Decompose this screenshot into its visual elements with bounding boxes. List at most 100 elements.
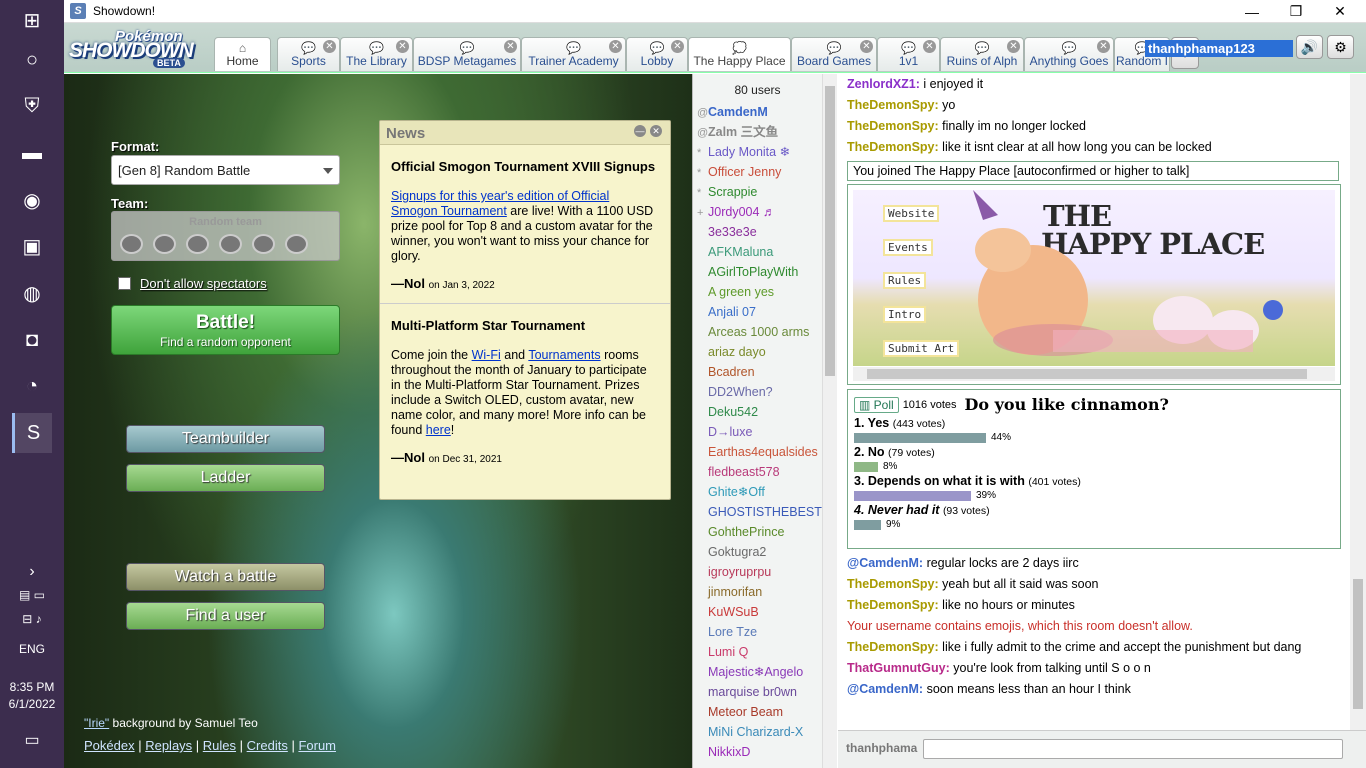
tab-bdsp-metagames[interactable]: 💬 ✕ BDSP Metagames (413, 37, 521, 71)
user-list-entry[interactable]: Bcadren (693, 362, 822, 382)
user-list-entry[interactable]: ariaz dayo (693, 342, 822, 362)
user-list-entry[interactable]: AFKMaluna (693, 242, 822, 262)
network-volume-icon[interactable]: ⊟ ♪ (0, 612, 64, 626)
user-list-entry[interactable]: Deku542 (693, 402, 822, 422)
tray-icons[interactable]: ▤ ▭ (0, 588, 64, 602)
user-list-entry[interactable]: Meteor Beam (693, 702, 822, 722)
windows-start-icon[interactable]: ⊞ (12, 0, 52, 40)
user-list-entry[interactable]: * Lady Monita ❄ (693, 142, 822, 162)
screen-recorder-icon[interactable]: ◘ (12, 320, 52, 360)
tab-sports[interactable]: 💬 ✕ Sports (277, 37, 340, 71)
teambuilder-button[interactable]: Teambuilder (126, 425, 325, 453)
showdown-logo[interactable]: Pokémon SHOWDOWN BETA (67, 25, 213, 69)
background-credit-link[interactable]: "Irie" (84, 716, 109, 730)
chat-author[interactable]: TheDemonSpy: (847, 598, 939, 612)
chat-author[interactable]: @CamdenM: (847, 556, 923, 570)
user-list-entry[interactable]: fledbeast578 (693, 462, 822, 482)
user-list-entry[interactable]: marquise br0wn (693, 682, 822, 702)
user-list-entry[interactable]: Majestic❄Angelo (693, 662, 822, 682)
chrome-icon[interactable]: ◉ (12, 180, 52, 220)
tab-trainer-academy[interactable]: 💬 ✕ Trainer Academy (521, 37, 626, 71)
user-list-entry[interactable]: MiNi Charizard-X (693, 722, 822, 742)
user-list-entry[interactable]: AGirlToPlayWith (693, 262, 822, 282)
close-tab-icon[interactable]: ✕ (323, 40, 336, 53)
format-select[interactable]: [Gen 8] Random Battle (111, 155, 340, 185)
clock-time[interactable]: 8:35 PM (0, 680, 64, 694)
user-list-entry[interactable]: GohthePrince (693, 522, 822, 542)
credits-link[interactable]: Credits (247, 738, 288, 753)
spectators-toggle[interactable]: Don't allow spectators (118, 276, 267, 291)
replays-link[interactable]: Replays (145, 738, 192, 753)
minimize-news-icon[interactable]: — (634, 125, 646, 137)
minimize-icon[interactable]: — (1230, 0, 1274, 23)
tab-anything-goes[interactable]: 💬 ✕ Anything Goes (1024, 37, 1114, 71)
forum-link[interactable]: Forum (298, 738, 336, 753)
user-list-entry[interactable]: GHOSTISTHEBEST (693, 502, 822, 522)
tab-ruins-of-alph[interactable]: 💬 ✕ Ruins of Alph (940, 37, 1024, 71)
poll-option[interactable]: 1. Yes (443 votes) (854, 416, 1334, 430)
chat-input[interactable] (923, 739, 1343, 759)
user-list-entry[interactable]: @Zalm 三文鱼 (693, 122, 822, 142)
watch-battle-button[interactable]: Watch a battle (126, 563, 325, 591)
ladder-button[interactable]: Ladder (126, 464, 325, 492)
poll-option[interactable]: 2. No (79 votes) (854, 445, 1334, 459)
battle-button[interactable]: Battle! Find a random opponent (111, 305, 340, 355)
rss-app-icon[interactable]: ▣ (12, 226, 52, 266)
user-list-entry[interactable]: jinmorifan (693, 582, 822, 602)
user-list-entry[interactable]: Lore Tze (693, 622, 822, 642)
banner-link-website[interactable]: Website (883, 205, 940, 222)
user-list-entry[interactable]: Lumi Q (693, 642, 822, 662)
user-list-entry[interactable]: * Officer Jenny (693, 162, 822, 182)
chat-author[interactable]: TheDemonSpy: (847, 577, 939, 591)
notifications-icon[interactable]: ▭ (0, 730, 64, 750)
tab-the-library[interactable]: 💬 ✕ The Library (340, 37, 413, 71)
speed-app-icon[interactable]: ◔ (12, 366, 52, 406)
banner-link-events[interactable]: Events (883, 239, 933, 256)
language-indicator[interactable]: ENG (0, 642, 64, 656)
tab-lobby[interactable]: 💬 ✕ Lobby (626, 37, 688, 71)
showdown-app-icon[interactable]: S (12, 413, 52, 453)
user-list-entry[interactable]: NikkixD (693, 742, 822, 762)
tab-1v1[interactable]: 💬 ✕ 1v1 (877, 37, 940, 71)
rules-link[interactable]: Rules (203, 738, 236, 753)
user-list-entry[interactable]: Arceas 1000 arms (693, 322, 822, 342)
find-user-button[interactable]: Find a user (126, 602, 325, 630)
user-list-entry[interactable]: D→luxe (693, 422, 822, 442)
user-list-entry[interactable]: Earthas4equalsides (693, 442, 822, 462)
file-explorer-icon[interactable]: ▬ (12, 133, 52, 173)
user-list-entry[interactable]: Anjali 07 (693, 302, 822, 322)
close-tab-icon[interactable]: ✕ (396, 40, 409, 53)
poll-option[interactable]: 3. Depends on what it is with (401 votes… (854, 474, 1334, 488)
gear-icon[interactable]: ⚙ (1327, 35, 1354, 59)
close-tab-icon[interactable]: ✕ (1097, 40, 1110, 53)
tab-the-happy-place[interactable]: 💭 The Happy Place (688, 37, 791, 71)
sound-icon[interactable]: 🔊 (1296, 35, 1323, 59)
user-list-entry[interactable]: Ghite❄Off (693, 482, 822, 502)
close-tab-icon[interactable]: ✕ (671, 40, 684, 53)
user-list-entry[interactable]: igroyruprpu (693, 562, 822, 582)
wifi-link[interactable]: Wi-Fi (472, 348, 501, 362)
chat-author[interactable]: TheDemonSpy: (847, 140, 939, 154)
user-list-entry[interactable]: * Scrappie (693, 182, 822, 202)
banner-link-intro[interactable]: Intro (883, 306, 927, 323)
spectators-checkbox[interactable] (118, 277, 131, 290)
cortana-icon[interactable]: ○ (12, 40, 52, 80)
chat-author[interactable]: @CamdenM: (847, 682, 923, 696)
defender-icon[interactable]: ⛨ (12, 86, 52, 126)
pokedex-link[interactable]: Pokédex (84, 738, 135, 753)
close-news-icon[interactable]: ✕ (650, 125, 662, 137)
banner-link-submit-art[interactable]: Submit Art (883, 340, 960, 357)
user-list-entry[interactable]: KuWSuB (693, 602, 822, 622)
restore-icon[interactable]: ❐ (1274, 0, 1318, 23)
chat-author[interactable]: TheDemonSpy: (847, 640, 939, 654)
chevron-up-icon[interactable]: › (0, 563, 64, 581)
chat-author[interactable]: ZenlordXZ1: (847, 77, 920, 91)
user-menu[interactable]: thanhphamap123 (1145, 37, 1293, 59)
user-list-entry[interactable]: Goktugra2 (693, 542, 822, 562)
tournaments-link[interactable]: Tournaments (528, 348, 600, 362)
banner-scrollbar[interactable] (853, 367, 1335, 381)
chat-scrollbar[interactable] (1350, 74, 1366, 730)
here-link[interactable]: here (426, 423, 451, 437)
user-list-entry[interactable]: 3e33e3e (693, 222, 822, 242)
chat-author[interactable]: TheDemonSpy: (847, 119, 939, 133)
